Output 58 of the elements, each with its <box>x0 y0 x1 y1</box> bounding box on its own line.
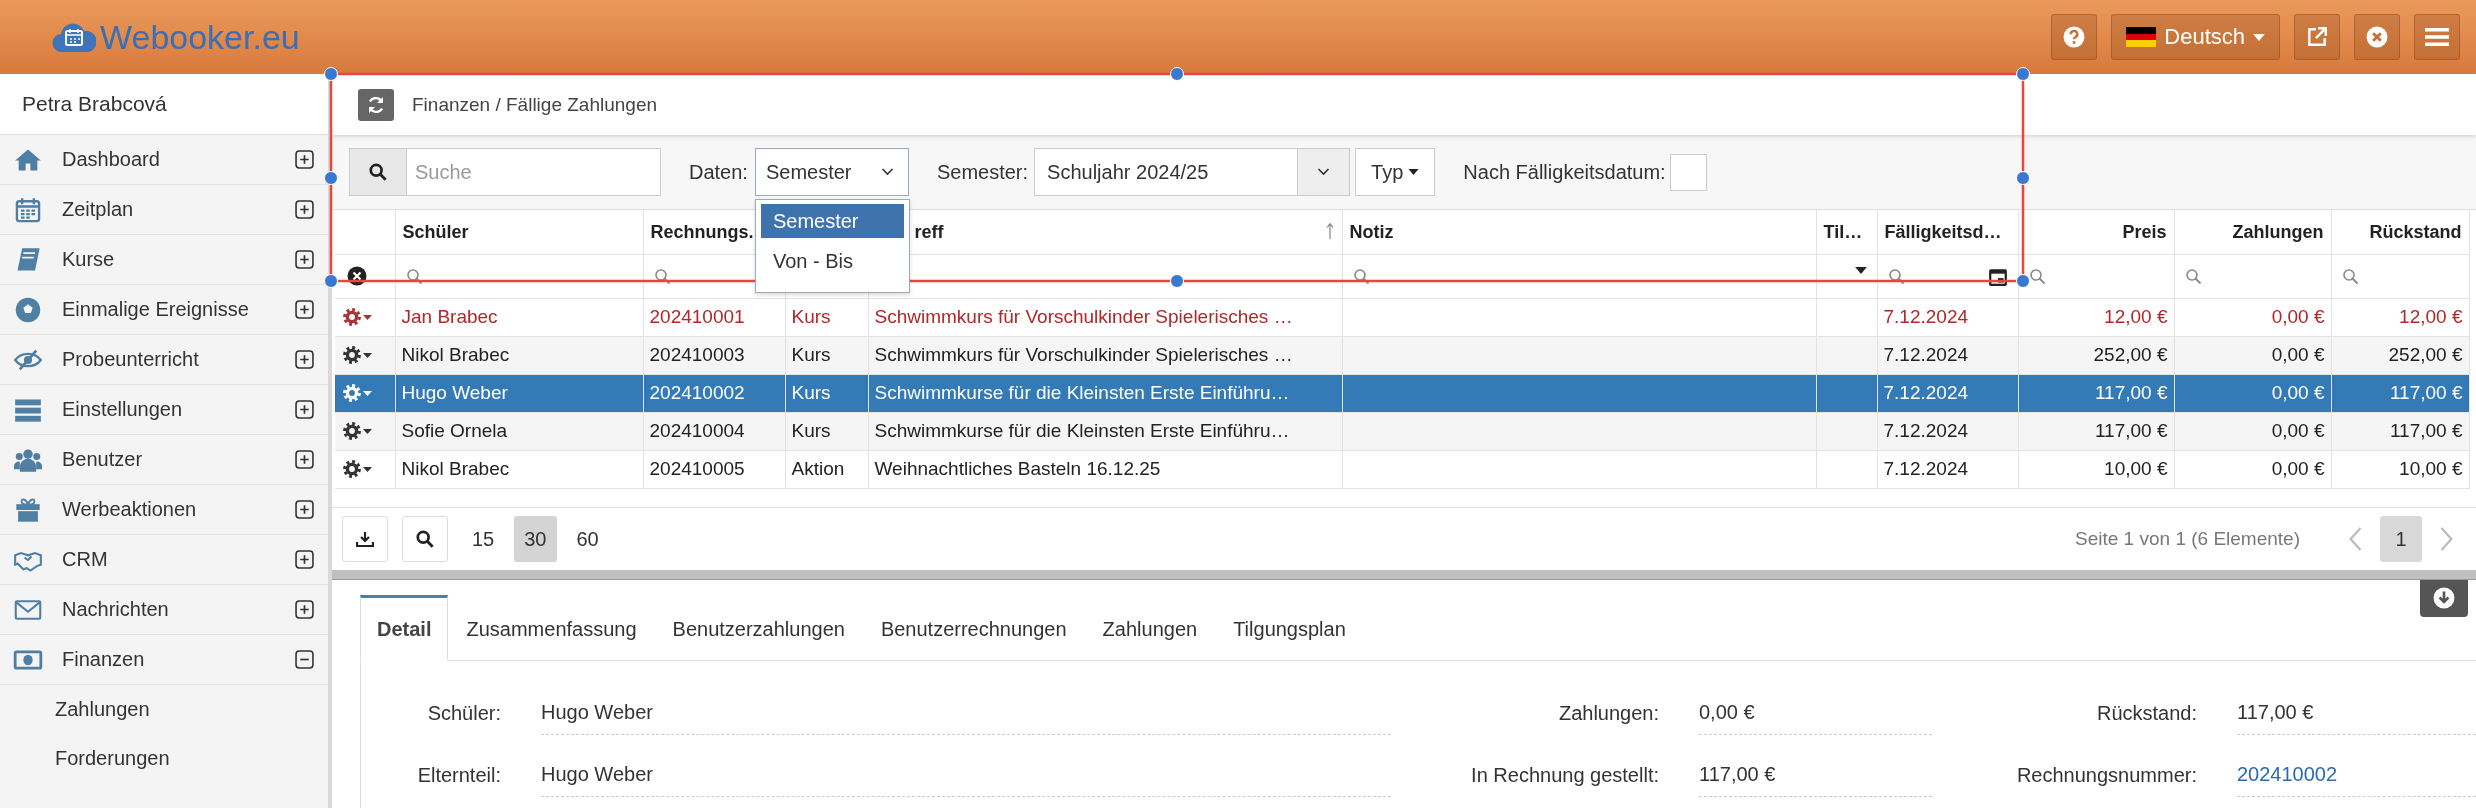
due-date-label: Nach Fälligkeitsdatum: <box>1463 160 1666 184</box>
table-cell: 202410001 <box>643 298 785 336</box>
table-cell: 0,00 € <box>2174 450 2331 488</box>
table-cell: 0,00 € <box>2174 412 2331 450</box>
table-cell: 202410004 <box>643 412 785 450</box>
page-info: Seite 1 von 1 (6 Elemente) <box>2075 528 2300 550</box>
table-cell: 202410002 <box>643 374 785 412</box>
table-cell: Kurs <box>785 412 868 450</box>
table-cell: 252,00 € <box>2331 336 2469 374</box>
field-label: Elternteil: <box>416 763 502 788</box>
semester-label: Semester: <box>936 160 1029 184</box>
table-cell: Hugo Weber <box>395 374 643 412</box>
table-cell: Jan Brabec <box>395 298 643 336</box>
table-cell: Aktion <box>785 450 868 488</box>
field-label: In Rechnung gestellt: <box>1470 763 1660 788</box>
table-cell: Nikol Brabec <box>395 450 643 488</box>
table-cell: 7.12.2024 <box>1877 336 2018 374</box>
field-label: Zahlungen: <box>1557 701 1660 726</box>
table-cell: 10,00 € <box>2331 450 2469 488</box>
user-name: Petra Brabcová <box>0 74 328 135</box>
field-value: 117,00 € <box>1699 763 1776 786</box>
field-value: Hugo Weber <box>541 701 653 724</box>
table-cell: Kurs <box>785 298 868 336</box>
table-cell: Sofie Ornela <box>395 412 643 450</box>
table-cell: 7.12.2024 <box>1877 450 2018 488</box>
table-cell: 117,00 € <box>2331 374 2469 412</box>
table-cell: 0,00 € <box>2174 336 2331 374</box>
table-cell: Kurs <box>785 374 868 412</box>
table-cell: Schwimmkurs für Vorschulkinder Spielerisches … <box>868 336 1342 374</box>
field-label: Schüler: <box>426 701 502 726</box>
table-cell: 0,00 € <box>2174 298 2331 336</box>
table-cell: Schwimmkurse für die Kleinsten Erste Einführu… <box>868 374 1342 412</box>
logo-text: Webooker.eu <box>100 17 300 57</box>
table-cell: Nikol Brabec <box>395 336 643 374</box>
field-value: 117,00 € <box>2237 701 2314 724</box>
table-cell: Weihnachtliches Basteln 16.12.25 <box>868 450 1342 488</box>
table-cell: 117,00 € <box>2018 412 2174 450</box>
table-cell: 117,00 € <box>2331 412 2469 450</box>
breadcrumb: Finanzen / Fällige Zahlungen <box>412 93 658 116</box>
table-cell: Schwimmkurse für die Kleinsten Erste Einführu… <box>868 412 1342 450</box>
field-label: Rückstand: <box>2095 701 2198 726</box>
table-cell: 117,00 € <box>2018 374 2174 412</box>
field-value: 0,00 € <box>1699 701 1755 724</box>
field-label: Rechnungsnummer: <box>2015 763 2198 788</box>
table-cell: 10,00 € <box>2018 450 2174 488</box>
table-cell: 12,00 € <box>2018 298 2174 336</box>
field-value: Hugo Weber <box>541 763 653 786</box>
table-cell: 7.12.2024 <box>1877 298 2018 336</box>
table-cell: Kurs <box>785 336 868 374</box>
table-cell: Schwimmkurs für Vorschulkinder Spielerisches … <box>868 298 1342 336</box>
table-cell: 202410005 <box>643 450 785 488</box>
table-cell: 7.12.2024 <box>1877 374 2018 412</box>
table-cell: 202410003 <box>643 336 785 374</box>
table-cell: 252,00 € <box>2018 336 2174 374</box>
table-cell: 0,00 € <box>2174 374 2331 412</box>
data-label: Daten: <box>689 160 748 184</box>
table-cell: 7.12.2024 <box>1877 412 2018 450</box>
table-cell: 12,00 € <box>2331 298 2469 336</box>
